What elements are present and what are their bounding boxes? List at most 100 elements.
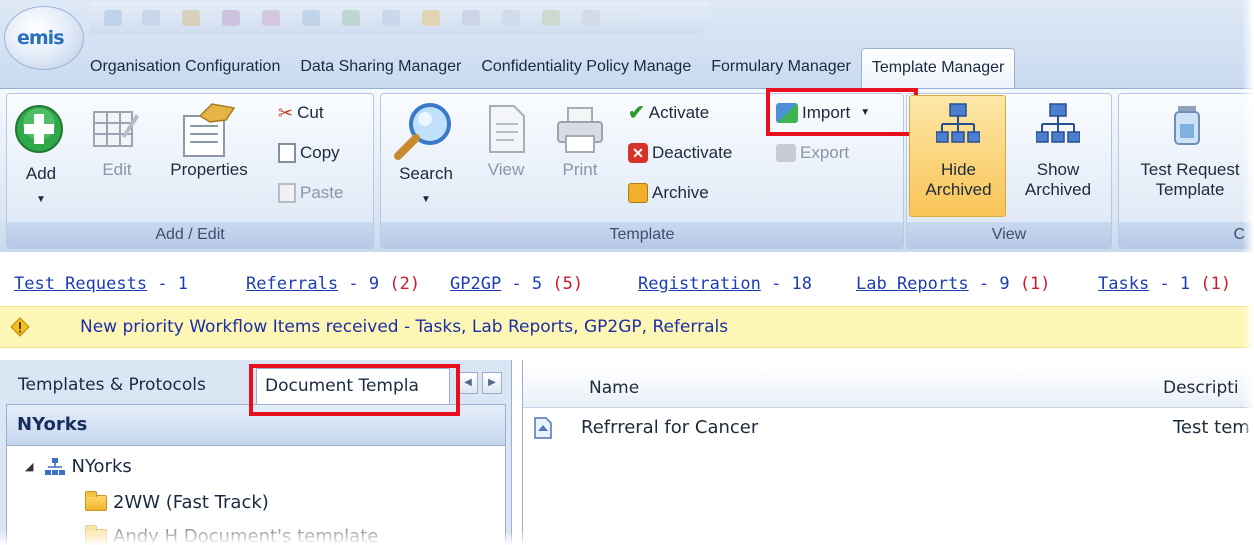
- copy-button[interactable]: Copy: [278, 140, 340, 166]
- document-templates-highlight-box: [249, 364, 460, 416]
- tab-template-manager[interactable]: Template Manager: [860, 48, 1016, 88]
- red-x-icon: ✕: [628, 143, 648, 163]
- export-button[interactable]: Export: [776, 140, 849, 166]
- export-icon: [776, 144, 796, 162]
- workflow-item-lab-reports[interactable]: Lab Reports - 9 (1): [856, 262, 1051, 306]
- workflow-link[interactable]: Lab Reports: [856, 274, 969, 294]
- workflow-link[interactable]: Referrals: [246, 274, 338, 294]
- qat-icon-12[interactable]: [542, 10, 560, 26]
- bottom-edge-fade: [0, 531, 1254, 545]
- import-highlight-box: [766, 88, 918, 136]
- warning-icon: [10, 317, 30, 337]
- show-archived-label-2: Archived: [1024, 180, 1092, 199]
- test-request-label-1: Test Request: [1140, 160, 1240, 179]
- paste-icon: [278, 183, 296, 203]
- tree-node-nyorks[interactable]: ◢ NYorks: [25, 456, 132, 477]
- add-button[interactable]: Add ▼: [6, 100, 76, 218]
- column-header-row: Name Descripti: [523, 368, 1254, 408]
- show-archived-button[interactable]: Show Archived: [1010, 96, 1106, 216]
- qat-icon-1[interactable]: [104, 10, 122, 26]
- cut-button[interactable]: ✂ Cut: [278, 100, 324, 126]
- tab-templates-protocols[interactable]: Templates & Protocols: [10, 368, 214, 404]
- workflow-link[interactable]: Test Requests: [14, 274, 147, 294]
- activate-button[interactable]: ✔ Activate: [628, 100, 709, 126]
- qat-icon-3[interactable]: [182, 10, 200, 26]
- hide-archived-button[interactable]: Hide Archived: [909, 95, 1006, 217]
- workflow-count: - 9: [978, 274, 1010, 294]
- notice-text: New priority Workflow Items received - T…: [80, 317, 729, 337]
- deactivate-button[interactable]: ✕ Deactivate: [628, 140, 732, 166]
- add-icon: [15, 105, 63, 153]
- collapse-triangle-icon[interactable]: ◢: [25, 460, 33, 473]
- qat-icon-9[interactable]: [422, 10, 440, 26]
- column-header-name[interactable]: Name: [589, 368, 639, 408]
- qat-icon-5[interactable]: [262, 10, 280, 26]
- qat-icon-13[interactable]: [582, 10, 600, 26]
- app-orb-label: emis: [17, 27, 65, 49]
- workflow-link[interactable]: GP2GP: [450, 274, 501, 294]
- workflow-priority-count: (2): [389, 274, 421, 294]
- tab-formulary-manager[interactable]: Formulary Manager: [701, 48, 861, 88]
- properties-icon: [183, 103, 236, 157]
- tab-scroll-right-button[interactable]: ▶: [482, 372, 502, 394]
- ribbon-tabs: Organisation Configuration Data Sharing …: [80, 48, 1016, 88]
- workflow-count: - 9: [348, 274, 380, 294]
- search-icon: [394, 103, 451, 160]
- workflow-item-referrals[interactable]: Referrals - 9 (2): [246, 262, 420, 306]
- app-orb-button[interactable]: emis: [4, 6, 84, 70]
- priority-notice-bar[interactable]: New priority Workflow Items received - T…: [0, 306, 1254, 348]
- org-tree-icon: [936, 103, 980, 143]
- tree-node-label: 2WW (Fast Track): [113, 492, 269, 513]
- view-label: View: [487, 160, 525, 179]
- qat-icon-10[interactable]: [462, 10, 480, 26]
- tree-node-2ww-fast-track[interactable]: 2WW (Fast Track): [85, 490, 269, 513]
- test-request-label-2: Template: [1155, 180, 1225, 199]
- tab-confidentiality-policy-manager[interactable]: Confidentiality Policy Manage: [471, 48, 701, 88]
- edit-button[interactable]: Edit: [82, 100, 152, 200]
- workflow-link[interactable]: Tasks: [1098, 274, 1149, 294]
- archive-button[interactable]: Archive: [628, 180, 709, 206]
- search-dropdown-arrow-icon: ▼: [421, 194, 431, 205]
- table-row[interactable]: Refrreral for Cancer Test tem: [523, 410, 1254, 446]
- archive-box-icon: [628, 183, 648, 203]
- workflow-link[interactable]: Registration: [638, 274, 761, 294]
- emis-window: emis Organisation Configuration Data Sha…: [0, 0, 1254, 545]
- workflow-priority-count: (1): [1200, 274, 1232, 294]
- group-label-add-edit: Add / Edit: [7, 222, 373, 248]
- workflow-item-gp2gp[interactable]: GP2GP - 5 (5): [450, 262, 583, 306]
- tab-data-sharing-manager[interactable]: Data Sharing Manager: [290, 48, 471, 88]
- qat-icon-6[interactable]: [302, 10, 320, 26]
- properties-label: Properties: [170, 160, 248, 179]
- qat-icon-8[interactable]: [382, 10, 400, 26]
- paste-button[interactable]: Paste: [278, 180, 343, 206]
- cut-label: Cut: [297, 103, 324, 122]
- view-button[interactable]: View: [476, 100, 536, 200]
- edit-label: Edit: [102, 160, 132, 179]
- qat-icon-11[interactable]: [502, 10, 520, 26]
- workflow-priority-count: (5): [552, 274, 584, 294]
- search-label: Search: [399, 164, 453, 183]
- tab-scroll-left-button[interactable]: ◀: [458, 372, 478, 394]
- workflow-item-registration[interactable]: Registration - 18: [638, 262, 812, 306]
- tab-organisation-configuration[interactable]: Organisation Configuration: [80, 48, 290, 88]
- quick-access-toolbar: [90, 2, 710, 34]
- right-edge-fade: [1242, 0, 1254, 545]
- test-request-template-button[interactable]: Test Request Template: [1122, 96, 1254, 216]
- printer-icon: [557, 107, 603, 153]
- workflow-item-tasks[interactable]: Tasks - 1 (1): [1098, 262, 1231, 306]
- qat-icon-2[interactable]: [142, 10, 160, 26]
- qat-icon-7[interactable]: [342, 10, 360, 26]
- print-button[interactable]: Print: [550, 100, 610, 200]
- row-description: Test tem: [1173, 417, 1250, 438]
- folder-icon: [85, 490, 107, 511]
- column-header-description[interactable]: Descripti: [1163, 368, 1239, 408]
- archive-label: Archive: [652, 183, 709, 202]
- paste-label: Paste: [300, 183, 344, 202]
- search-button[interactable]: Search ▼: [386, 98, 466, 218]
- workflow-item-test-requests[interactable]: Test Requests - 1: [14, 262, 188, 306]
- deactivate-label: Deactivate: [652, 143, 733, 162]
- properties-button[interactable]: Properties: [158, 100, 260, 200]
- workflow-link-bar: Test Requests - 1 Referrals - 9 (2) GP2G…: [0, 262, 1254, 306]
- qat-icon-4[interactable]: [222, 10, 240, 26]
- group-label-view: View: [907, 222, 1111, 248]
